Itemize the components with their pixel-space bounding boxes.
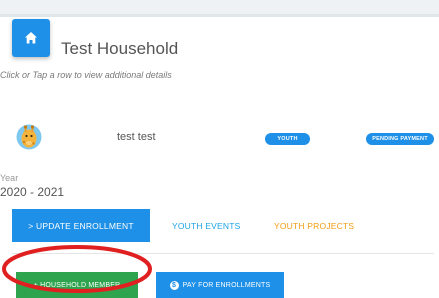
home-icon bbox=[25, 32, 37, 44]
pay-for-enrollments-label: PAY FOR ENROLLMENTS bbox=[182, 281, 271, 289]
year-label: Year bbox=[0, 173, 19, 183]
pay-for-enrollments-button[interactable]: $ PAY FOR ENROLLMENTS bbox=[156, 272, 284, 298]
home-button[interactable] bbox=[12, 19, 50, 57]
giraffe-avatar-icon[interactable] bbox=[16, 124, 42, 150]
pending-payment-badge: PENDING PAYMENT bbox=[366, 133, 434, 145]
household-title: Test Household bbox=[61, 39, 179, 58]
dollar-icon: $ bbox=[169, 280, 179, 290]
instruction-hint: Click or Tap a row to view additional de… bbox=[0, 70, 172, 80]
section-divider bbox=[12, 253, 434, 254]
youth-projects-link[interactable]: YOUTH PROJECTS bbox=[274, 221, 354, 231]
youth-events-link[interactable]: YOUTH EVENTS bbox=[172, 221, 241, 231]
update-enrollment-button[interactable]: > UPDATE ENROLLMENT bbox=[12, 209, 150, 242]
youth-badge: YOUTH bbox=[265, 133, 310, 145]
add-household-member-button[interactable]: + HOUSEHOLD MEMBER bbox=[16, 272, 138, 298]
year-value: 2020 - 2021 bbox=[0, 185, 65, 199]
member-name[interactable]: test test bbox=[117, 131, 156, 143]
household-card: Test Household Click or Tap a row to vie… bbox=[0, 14, 439, 298]
